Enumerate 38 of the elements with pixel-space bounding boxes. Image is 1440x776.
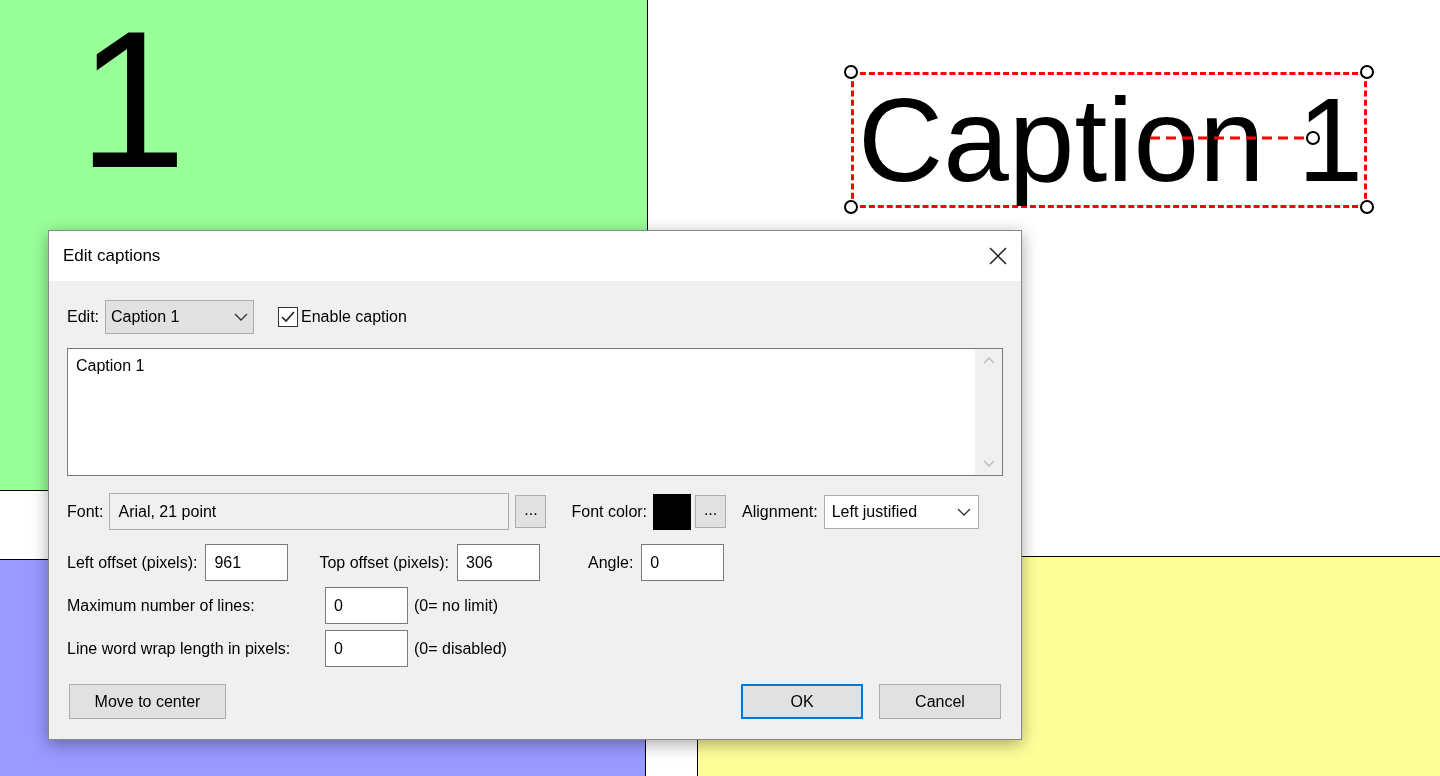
chevron-down-icon bbox=[956, 507, 971, 516]
check-icon bbox=[281, 311, 295, 323]
field-label: Alignment: bbox=[742, 501, 818, 522]
color-swatch[interactable] bbox=[653, 493, 692, 530]
font-browse-button[interactable]: ... bbox=[515, 495, 547, 528]
field-label: Font color: bbox=[571, 501, 648, 522]
text-field[interactable]: 961 bbox=[205, 544, 289, 581]
hint-text: (0= no limit) bbox=[414, 595, 499, 616]
field-label: Left offset (pixels): bbox=[67, 552, 198, 573]
caption-text-area[interactable]: Caption 1 bbox=[67, 348, 1003, 476]
dialog-button[interactable]: OK bbox=[741, 684, 863, 719]
color-browse-button[interactable]: ... bbox=[695, 495, 727, 528]
resize-handle[interactable] bbox=[844, 200, 858, 214]
field-label: Line word wrap length in pixels: bbox=[67, 638, 292, 659]
dialog-button[interactable]: Move to center bbox=[69, 684, 226, 719]
field-label: Maximum number of lines: bbox=[67, 595, 256, 616]
resize-handle[interactable] bbox=[1360, 65, 1374, 79]
close-icon[interactable] bbox=[989, 247, 1007, 265]
field-label: Font: bbox=[67, 501, 104, 522]
enable-caption-checkbox[interactable]: Enable caption bbox=[278, 305, 407, 329]
field-label: Angle: bbox=[588, 552, 634, 573]
alignment-dropdown[interactable]: Left justified bbox=[823, 494, 979, 529]
checkbox[interactable] bbox=[278, 307, 298, 327]
dialog-button[interactable]: Cancel bbox=[879, 684, 1001, 719]
panel-number: 1 bbox=[78, 2, 187, 197]
caption-dropdown[interactable]: Caption 1 bbox=[105, 300, 254, 334]
resize-handle[interactable] bbox=[1360, 200, 1374, 214]
chevron-down-icon bbox=[234, 313, 248, 321]
field-label: Edit: bbox=[67, 307, 99, 327]
hint-text: (0= disabled) bbox=[414, 638, 507, 659]
text-field[interactable]: 0 bbox=[325, 630, 408, 667]
resize-handle[interactable] bbox=[844, 65, 858, 79]
text-field[interactable]: 0 bbox=[641, 544, 725, 581]
field-label: Top offset (pixels): bbox=[319, 552, 449, 573]
font-field[interactable]: Arial, 21 point bbox=[109, 493, 510, 530]
text-field[interactable]: 306 bbox=[457, 544, 540, 581]
text-field[interactable]: 0 bbox=[325, 587, 408, 624]
window-title: Edit captions bbox=[63, 245, 161, 268]
